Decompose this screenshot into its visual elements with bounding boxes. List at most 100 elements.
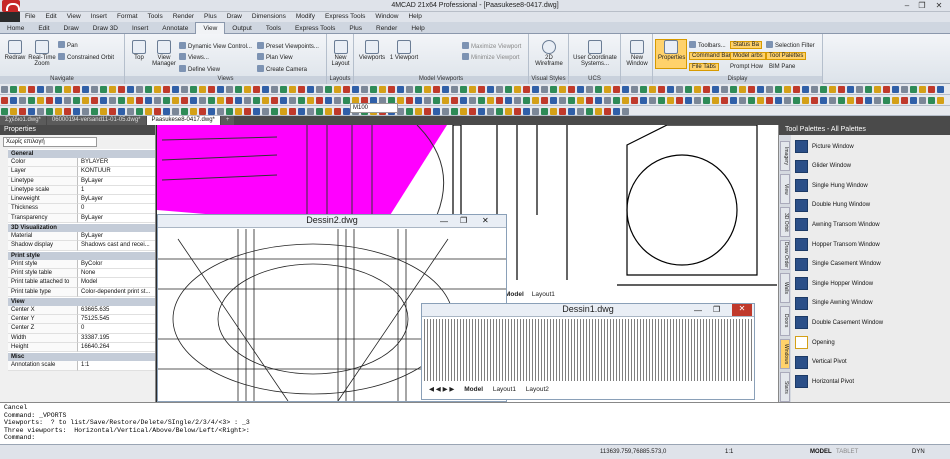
toolbar-tool-icon[interactable] bbox=[775, 86, 782, 93]
toolbar-tool-icon[interactable] bbox=[514, 108, 521, 115]
palette-side-tab-draw-order[interactable]: Draw Order bbox=[780, 240, 790, 270]
toolbar-tool-icon[interactable] bbox=[892, 86, 899, 93]
toolbar-tool-icon[interactable] bbox=[217, 97, 224, 104]
toolbar-tool-icon[interactable] bbox=[766, 97, 773, 104]
toolbar-tool-icon[interactable] bbox=[1, 108, 8, 115]
palette-side-tab-doors[interactable]: Doors bbox=[780, 306, 790, 336]
command-bar-toggle[interactable]: Command Bar bbox=[689, 52, 734, 60]
toolbar-tool-icon[interactable] bbox=[928, 97, 935, 104]
toolbar-tool-icon[interactable] bbox=[811, 97, 818, 104]
toolbar-tool-icon[interactable] bbox=[235, 86, 242, 93]
toolbar-tool-icon[interactable] bbox=[145, 97, 152, 104]
toolbar-tool-icon[interactable] bbox=[730, 86, 737, 93]
property-row[interactable]: Center Y 75125.545 bbox=[8, 315, 155, 325]
toolbar-tool-icon[interactable] bbox=[451, 108, 458, 115]
toolbar-tool-icon[interactable] bbox=[415, 86, 422, 93]
toolbar-tool-icon[interactable] bbox=[640, 97, 647, 104]
toolbar-tool-icon[interactable] bbox=[568, 97, 575, 104]
toolbar-tool-icon[interactable] bbox=[271, 97, 278, 104]
toolbar-tool-icon[interactable] bbox=[892, 97, 899, 104]
palette-item[interactable]: Single Awning Window bbox=[793, 294, 941, 313]
realtime-zoom-button[interactable]: Real-Time Zoom bbox=[28, 40, 56, 67]
toolbar-tool-icon[interactable] bbox=[559, 97, 566, 104]
toolbar-tool-icon[interactable] bbox=[424, 97, 431, 104]
toolbar-tool-icon[interactable] bbox=[685, 97, 692, 104]
toolbar-tool-icon[interactable] bbox=[109, 86, 116, 93]
define-view-button[interactable]: Define View bbox=[179, 65, 220, 73]
toolbar-tool-icon[interactable] bbox=[640, 86, 647, 93]
toolbar-tool-icon[interactable] bbox=[622, 97, 629, 104]
toolbar-tool-icon[interactable] bbox=[505, 86, 512, 93]
property-row[interactable]: Annotation scale 1:1 bbox=[8, 361, 155, 371]
palette-side-tab-stairs[interactable]: Stairs bbox=[780, 372, 790, 402]
toolbar-tool-icon[interactable] bbox=[145, 108, 152, 115]
toolbar-tool-icon[interactable] bbox=[118, 108, 125, 115]
toolbar-tool-icon[interactable] bbox=[1, 97, 8, 104]
toolbar-tool-icon[interactable] bbox=[784, 97, 791, 104]
property-section-general[interactable]: General bbox=[8, 149, 155, 158]
toolbar-tool-icon[interactable] bbox=[730, 97, 737, 104]
toolbar-tool-icon[interactable] bbox=[316, 108, 323, 115]
toolbar-tool-icon[interactable] bbox=[208, 86, 215, 93]
toolbar-tool-icon[interactable] bbox=[388, 86, 395, 93]
close-icon[interactable]: ✕ bbox=[932, 1, 946, 11]
menu-item-edit[interactable]: Edit bbox=[40, 12, 61, 21]
toolbar-tool-icon[interactable] bbox=[82, 86, 89, 93]
toolbar-tool-icon[interactable] bbox=[496, 86, 503, 93]
property-value[interactable]: 63665.635 bbox=[78, 305, 155, 316]
toolbar-tool-icon[interactable] bbox=[586, 108, 593, 115]
toolbar-tool-icon[interactable] bbox=[928, 86, 935, 93]
palette-item[interactable]: Awning Transom Window bbox=[793, 215, 941, 234]
toolbar-tool-icon[interactable] bbox=[10, 86, 17, 93]
toolbar-tool-icon[interactable] bbox=[190, 97, 197, 104]
toolbar-tool-icon[interactable] bbox=[496, 108, 503, 115]
toolbar-tool-icon[interactable] bbox=[379, 86, 386, 93]
toolbar-tool-icon[interactable] bbox=[163, 108, 170, 115]
toolbar-tool-icon[interactable] bbox=[262, 86, 269, 93]
toolbar-tool-icon[interactable] bbox=[37, 108, 44, 115]
palette-side-tab-imagery[interactable]: Imagery bbox=[780, 141, 790, 171]
toolbar-tool-icon[interactable] bbox=[919, 97, 926, 104]
toolbar-tool-icon[interactable] bbox=[685, 86, 692, 93]
status-bar-toggle[interactable]: Status Ba bbox=[730, 41, 763, 49]
toolbar-tool-icon[interactable] bbox=[397, 86, 404, 93]
toolbar-tool-icon[interactable] bbox=[136, 108, 143, 115]
toolbar-tool-icon[interactable] bbox=[415, 97, 422, 104]
toolbar-tool-icon[interactable] bbox=[46, 86, 53, 93]
toolbar-tool-icon[interactable] bbox=[541, 108, 548, 115]
restore-icon[interactable]: ❐ bbox=[915, 1, 929, 11]
toolbar-tool-icon[interactable] bbox=[676, 97, 683, 104]
toolbar-tool-icon[interactable] bbox=[181, 86, 188, 93]
property-value[interactable]: 0 bbox=[78, 324, 155, 334]
property-row[interactable]: Print table attached to Model bbox=[8, 278, 155, 288]
toolbar-tool-icon[interactable] bbox=[217, 86, 224, 93]
property-value[interactable]: 33387.195 bbox=[78, 333, 155, 344]
toolbar-tool-icon[interactable] bbox=[937, 97, 944, 104]
toolbar-tool-icon[interactable] bbox=[127, 108, 134, 115]
property-row[interactable]: Lineweight ByLayer bbox=[8, 195, 155, 205]
toolbar-tool-icon[interactable] bbox=[622, 108, 629, 115]
property-row[interactable]: Center X 63665.635 bbox=[8, 305, 155, 316]
toolbar-tool-icon[interactable] bbox=[343, 97, 350, 104]
toolbar-tool-icon[interactable] bbox=[28, 97, 35, 104]
toolbar-tool-icon[interactable] bbox=[199, 97, 206, 104]
add-tab-button[interactable]: + bbox=[220, 116, 235, 125]
property-value[interactable]: ByColor bbox=[78, 259, 155, 269]
toolbar-tool-icon[interactable] bbox=[28, 86, 35, 93]
toolbar-tool-icon[interactable] bbox=[343, 108, 350, 115]
toolbar-tool-icon[interactable] bbox=[334, 97, 341, 104]
toolbar-tool-icon[interactable] bbox=[856, 97, 863, 104]
dessin1-close-icon[interactable]: ✕ bbox=[732, 304, 752, 316]
toolbar-tool-icon[interactable] bbox=[19, 86, 26, 93]
toolbar-tool-icon[interactable] bbox=[154, 108, 161, 115]
toolbar-tool-icon[interactable] bbox=[316, 86, 323, 93]
property-row[interactable]: Layer KONTUUR bbox=[8, 167, 155, 177]
toolbar-tool-icon[interactable] bbox=[541, 86, 548, 93]
toolbar-tool-icon[interactable] bbox=[478, 108, 485, 115]
main-tab-layout1[interactable]: Layout1 bbox=[529, 291, 558, 298]
toolbar-tool-icon[interactable] bbox=[163, 97, 170, 104]
palette-side-tab-3d-orbit[interactable]: 3D Orbit bbox=[780, 207, 790, 237]
toolbar-tool-icon[interactable] bbox=[280, 108, 287, 115]
toolbar-tool-icon[interactable] bbox=[694, 86, 701, 93]
toolbar-tool-icon[interactable] bbox=[244, 86, 251, 93]
